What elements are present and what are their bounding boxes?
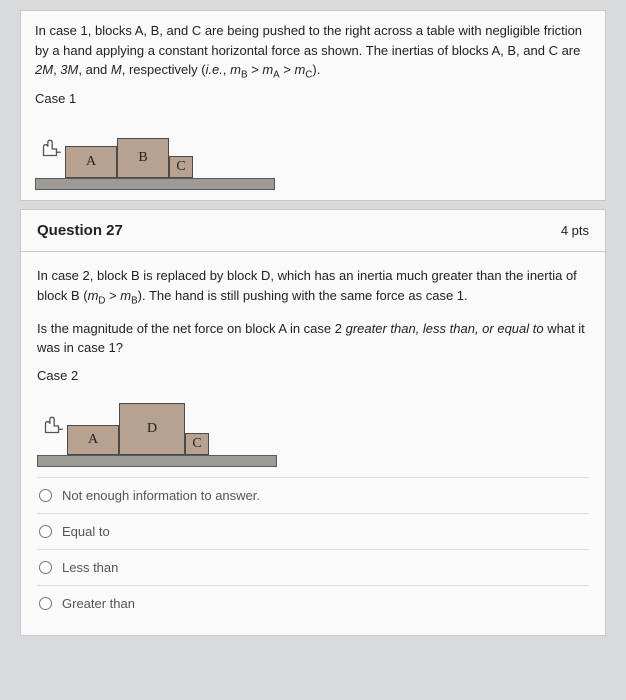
- question-paragraph-2: Is the magnitude of the net force on blo…: [37, 319, 589, 358]
- option-not-enough-info[interactable]: Not enough information to answer.: [37, 477, 589, 513]
- case2-label: Case 2: [37, 368, 589, 383]
- question-header: Question 27 4 pts: [20, 209, 606, 251]
- case2-diagram: A D C: [37, 387, 277, 467]
- block-c: C: [185, 433, 209, 455]
- option-greater-than[interactable]: Greater than: [37, 585, 589, 621]
- answer-options: Not enough information to answer. Equal …: [37, 477, 589, 621]
- option-less-than[interactable]: Less than: [37, 549, 589, 585]
- option-label: Equal to: [62, 524, 110, 539]
- radio-greater-than[interactable]: [39, 597, 52, 610]
- block-b: B: [117, 138, 169, 178]
- hand-push-icon: [39, 413, 65, 439]
- q2-pre: Is the magnitude of the net force on blo…: [37, 321, 346, 336]
- case1-diagram: A B C: [35, 110, 275, 190]
- question-body: In case 2, block B is replaced by block …: [20, 251, 606, 636]
- q2-em: greater than, less than, or equal to: [346, 321, 544, 336]
- intro-text: In case 1, blocks A, B, and C are being …: [35, 21, 591, 83]
- radio-equal-to[interactable]: [39, 525, 52, 538]
- table-surface: [35, 178, 275, 190]
- block-d: D: [119, 403, 185, 455]
- question-paragraph-1: In case 2, block B is replaced by block …: [37, 266, 589, 309]
- hand-push-icon: [37, 136, 63, 162]
- block-c: C: [169, 156, 193, 178]
- option-label: Less than: [62, 560, 118, 575]
- question-points: 4 pts: [561, 223, 589, 238]
- intro-section: In case 1, blocks A, B, and C are being …: [20, 10, 606, 201]
- radio-less-than[interactable]: [39, 561, 52, 574]
- option-equal-to[interactable]: Equal to: [37, 513, 589, 549]
- block-a: A: [67, 425, 119, 455]
- table-surface: [37, 455, 277, 467]
- radio-not-enough-info[interactable]: [39, 489, 52, 502]
- block-a: A: [65, 146, 117, 178]
- option-label: Greater than: [62, 596, 135, 611]
- option-label: Not enough information to answer.: [62, 488, 260, 503]
- case1-label: Case 1: [35, 91, 591, 106]
- question-number: Question 27: [37, 222, 123, 239]
